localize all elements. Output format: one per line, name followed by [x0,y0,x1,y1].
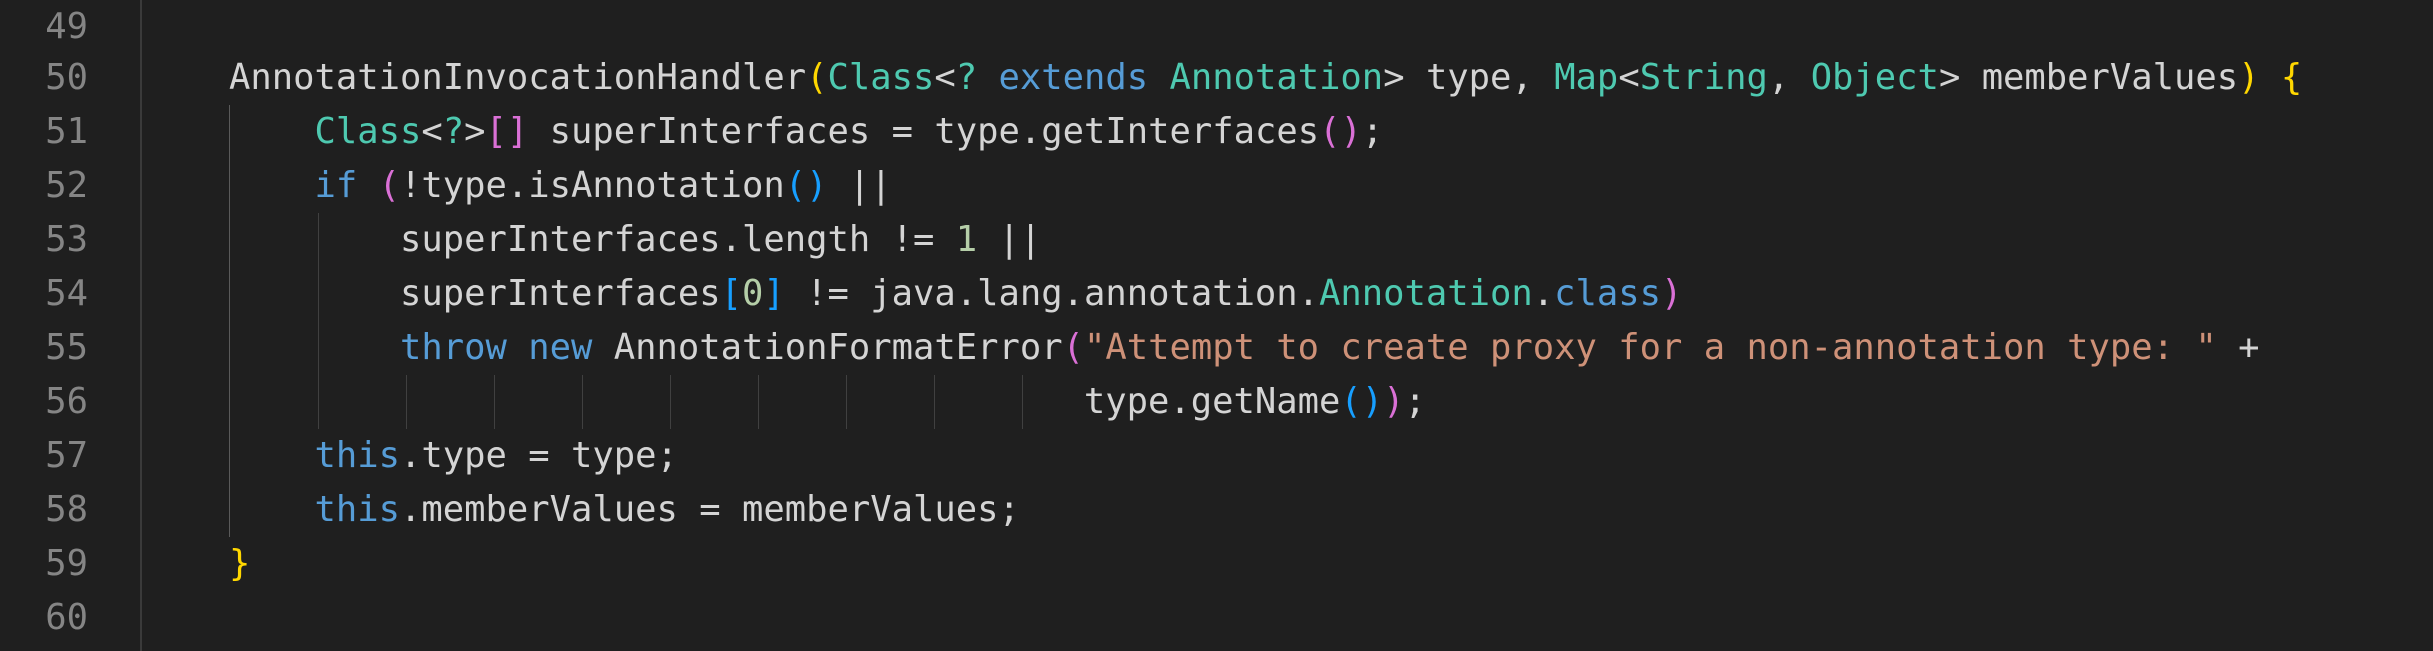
code-line[interactable]: type.getName()); [229,375,1426,429]
code-line[interactable]: superInterfaces.length != 1 || [229,213,1041,267]
line-number: 57 [45,435,88,476]
line-number: 55 [45,327,88,368]
code-line[interactable]: this.type = type; [229,429,678,483]
line-number: 58 [45,489,88,530]
line-number: 52 [45,165,88,206]
code-line[interactable]: if (!type.isAnnotation() || [229,159,892,213]
code-line[interactable]: superInterfaces[0] != java.lang.annotati… [229,267,1682,321]
line-number: 50 [45,57,88,98]
code-line[interactable]: this.memberValues = memberValues; [229,483,1020,537]
line-number: 49 [45,6,88,47]
line-number: 56 [45,381,88,422]
line-number: 53 [45,219,88,260]
code-line[interactable]: Class<?>[] superInterfaces = type.getInt… [229,105,1384,159]
line-number: 51 [45,111,88,152]
code-editor[interactable]: 49 50 51 52 53 54 55 56 57 58 59 60 Anno… [0,0,2433,651]
code-line[interactable]: throw new AnnotationFormatError("Attempt… [229,321,2259,375]
code-line[interactable]: AnnotationInvocationHandler(Class<? exte… [229,51,2302,105]
gutter-divider [140,0,142,651]
line-number: 54 [45,273,88,314]
code-line[interactable]: } [229,537,250,591]
line-number: 59 [45,543,88,584]
line-number-gutter: 49 50 51 52 53 54 55 56 57 58 59 60 [0,0,140,651]
line-number: 60 [45,597,88,638]
